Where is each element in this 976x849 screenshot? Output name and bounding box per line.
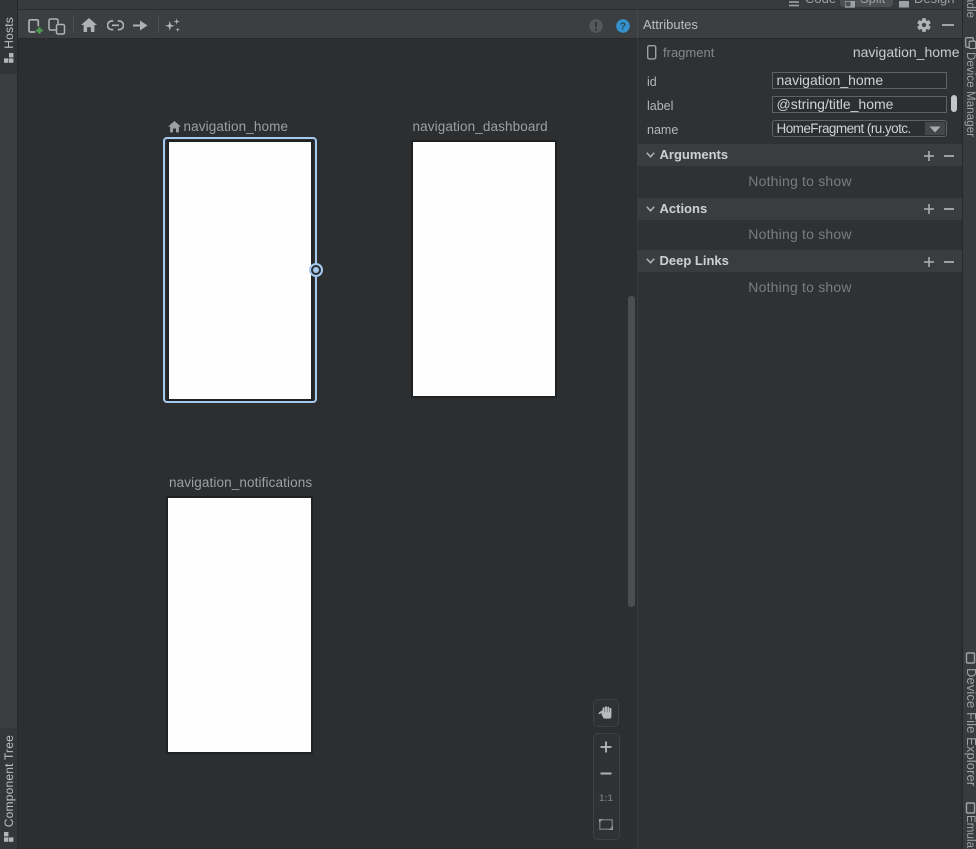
svg-text:?: ? — [619, 20, 625, 32]
